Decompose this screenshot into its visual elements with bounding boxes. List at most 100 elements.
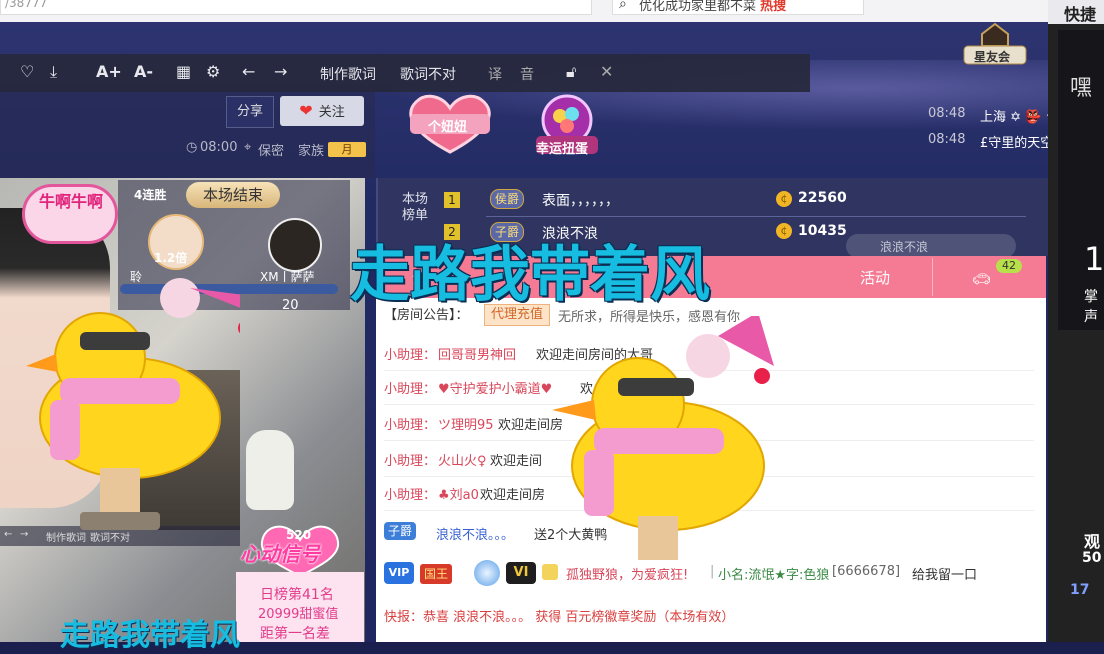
side-num2: 50: [1082, 550, 1102, 566]
club-badge[interactable]: 星友会: [960, 22, 1030, 66]
sticker-niua: 牛啊牛啊: [22, 184, 118, 244]
notice-time: 08:48: [928, 132, 966, 147]
phonetic-button[interactable]: 音: [520, 64, 534, 84]
search-icon: ⌕: [619, 0, 627, 12]
side-panel: 嘿 1 掌声: [1058, 30, 1104, 330]
room-search[interactable]: 浪浪不浪: [846, 234, 1016, 258]
viscount-badge: 子爵: [384, 522, 417, 540]
follow-button[interactable]: ❤ 关注: [280, 96, 364, 126]
side-hi: 嘿: [1070, 76, 1093, 101]
heart-icon[interactable]: ♡: [20, 62, 34, 81]
arrow-left-icon[interactable]: ←: [4, 529, 12, 540]
flash-news: 快报：恭喜 浪浪不浪。。。 获得 百元榜徽章奖励（本场有效）: [384, 606, 734, 625]
chat-sender: 小助理：: [384, 348, 437, 363]
font-decrease-button[interactable]: A-: [134, 62, 153, 81]
lyrics-wrong-button[interactable]: 歌词不对: [400, 64, 456, 84]
family-label: 家族: [298, 144, 325, 159]
chat-sender: 小助理：: [384, 382, 437, 397]
chat-message: 欢迎走间: [490, 454, 543, 469]
clock-icon: ◷: [186, 140, 198, 155]
chat-user[interactable]: 火山火♀: [438, 450, 487, 469]
vip-message: 给我留一口: [912, 568, 978, 583]
tab-activity[interactable]: 活动: [860, 267, 890, 288]
make-lyrics-button[interactable]: 制作歌词: [320, 64, 376, 84]
font-increase-button[interactable]: A+: [96, 62, 122, 81]
month-badge: 月: [328, 142, 366, 157]
notice-time: 08:48: [928, 106, 966, 121]
flash-prefix: 快报：: [384, 610, 424, 625]
browser-search-box[interactable]: ⌕ 优化成功家里都不菜 热搜: [612, 0, 864, 15]
rank-user-name[interactable]: 表面，，，，，，: [542, 190, 619, 210]
side-note: 掌声: [1084, 289, 1098, 325]
gift2-label: 幸运扭蛋: [536, 142, 589, 157]
rank-board-label: 本场 榜单: [402, 192, 429, 223]
close-icon[interactable]: ✕: [600, 62, 613, 81]
rank-number: 1: [444, 192, 460, 208]
browser-search-text: 优化成功家里都不菜 热搜: [639, 0, 787, 14]
address-bar[interactable]: /38777: [0, 0, 592, 15]
pk-multiplier: 1.2倍: [154, 251, 188, 265]
heart-signal-gap: 距第一名差: [260, 626, 330, 642]
chat-user[interactable]: ♣刘a0: [438, 484, 479, 503]
chat-user[interactable]: ♥守护爱护小霸道♥: [438, 378, 552, 397]
share-button[interactable]: 分享: [226, 96, 274, 128]
club-label: 星友会: [974, 50, 1011, 64]
side-shortcut-header[interactable]: 快捷: [1048, 0, 1104, 24]
chat-user[interactable]: ツ理明95: [438, 414, 494, 433]
heart-signal-rank: 日榜第41名: [260, 587, 334, 603]
arrow-left-icon[interactable]: ←: [242, 62, 255, 81]
gift-banner-lucky[interactable]: 幸运扭蛋: [534, 94, 600, 157]
duck-animation-center: [552, 316, 774, 560]
location-icon: ⌖: [244, 140, 252, 155]
duck-animation-left: [26, 278, 240, 530]
lock-icon[interactable]: 🔓︎: [566, 62, 576, 82]
chat-user[interactable]: 回哥哥男神回: [438, 344, 516, 363]
side-guan: 观: [1084, 532, 1101, 551]
host-location: 保密: [258, 144, 285, 159]
pk-score: 20: [282, 298, 299, 313]
rank-badge: 侯爵: [490, 189, 525, 209]
rank-divider: [486, 216, 1026, 217]
gift-banner-niuniu[interactable]: 个妞妞: [402, 92, 498, 154]
car-icon[interactable]: 🚗︎: [972, 270, 991, 288]
king-badge: 国王: [420, 564, 453, 584]
gift1-label: 个妞妞: [428, 120, 468, 135]
pk-win-streak: 4连胜: [134, 188, 167, 202]
download-icon[interactable]: ⤓: [50, 62, 57, 82]
coin-icon: ¢: [776, 191, 792, 207]
notification-panel: 08:48 上海 ✡ 👺 ⚜ 浪漫 08:48 £守里的天空… 送给: [920, 98, 1096, 162]
gear-icon[interactable]: ⚙: [206, 62, 220, 81]
crystal-icon: [474, 560, 500, 586]
vip-id: [6666678]: [832, 564, 901, 579]
grid-icon[interactable]: ▦: [176, 62, 191, 81]
translate-button[interactable]: 译: [488, 64, 502, 84]
flash-text: 恭喜 浪浪不浪。。。 获得 百元榜徽章奖励（本场有效）: [423, 610, 735, 625]
follow-label: 关注: [318, 105, 345, 120]
pk-status: 本场结束: [186, 182, 280, 208]
car-count-badge: 42: [996, 259, 1022, 273]
pk-right-avatar[interactable]: [268, 218, 322, 272]
chat-sender: 小助理：: [384, 454, 437, 469]
rank-value: 22560: [798, 190, 847, 206]
heart-signal-value: 20999甜蜜值: [258, 607, 339, 622]
arrow-right-icon[interactable]: →: [274, 62, 287, 81]
level-badge: VI: [506, 562, 536, 584]
address-text: /38777: [5, 0, 48, 10]
chat-sender: 小助理：: [384, 488, 437, 503]
heart-signal-title: 心动信号: [240, 542, 320, 566]
host-time: 08:00: [200, 140, 238, 155]
gift-user[interactable]: 浪浪不浪。。。: [436, 524, 514, 543]
pk-right-name: XM丨萨萨: [260, 270, 315, 284]
chat-sender: 小助理：: [384, 418, 437, 433]
video-lyric-text: 走路我带着风: [60, 618, 240, 653]
vip-badge: VIP: [384, 562, 414, 584]
side-n17: 17: [1070, 582, 1090, 598]
rank-value: 10435: [798, 223, 847, 239]
heart-icon: ❤: [299, 101, 313, 120]
tab-divider: [932, 258, 933, 296]
video-vase: [246, 430, 294, 510]
lyrics-toolbar: ♡ ⤓ A+ A- ▦ ⚙ ← → 制作歌词 歌词不对 译 音 🔓︎ ✕: [0, 54, 810, 92]
side-num: 1: [1084, 240, 1104, 278]
lyric-overlay-text: 走路我带着风: [350, 240, 710, 310]
chat-message: 欢迎走间房: [480, 488, 546, 503]
